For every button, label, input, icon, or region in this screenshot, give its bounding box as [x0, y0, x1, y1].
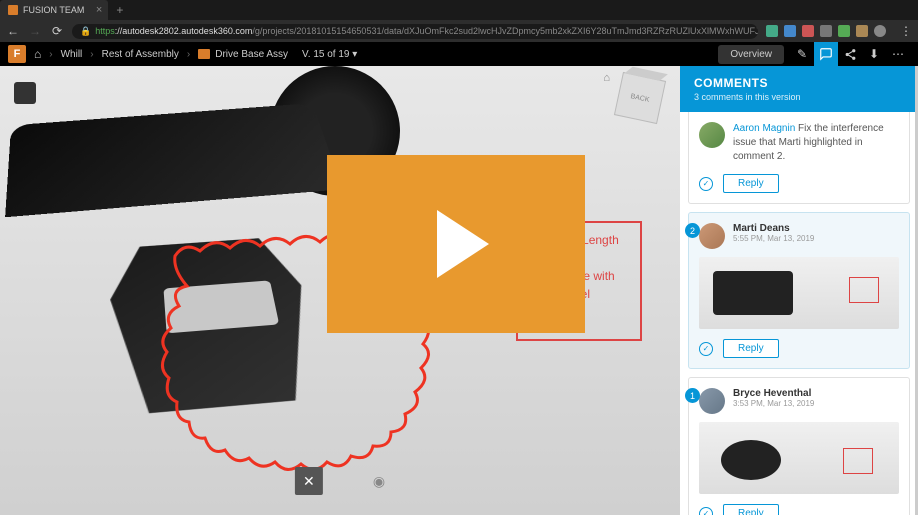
resolve-icon[interactable]: ✓: [699, 177, 713, 191]
overview-button[interactable]: Overview: [718, 45, 784, 64]
forward-button[interactable]: →: [28, 24, 42, 38]
breadcrumb-item[interactable]: Whill: [61, 49, 83, 60]
crumb-sep: ›: [90, 49, 93, 60]
comments-title: COMMENTS: [694, 76, 904, 90]
comment-author: Marti Deans: [733, 223, 814, 234]
extension-icons: [766, 25, 886, 37]
comment-time: 5:55 PM, Mar 13, 2019: [733, 234, 814, 243]
crumb-sep: ›: [187, 49, 190, 60]
comment-number-badge: 2: [685, 223, 700, 238]
comment-number-badge: 1: [685, 388, 700, 403]
view-home-icon[interactable]: ⌂: [603, 72, 610, 84]
folder-icon: [198, 49, 210, 59]
avatar: [699, 388, 725, 414]
back-button[interactable]: ←: [6, 24, 20, 38]
comments-header: COMMENTS 3 comments in this version: [680, 66, 918, 112]
mention[interactable]: Aaron Magnin: [733, 123, 795, 134]
browser-tab[interactable]: FUSION TEAM ×: [0, 0, 108, 20]
url-path: /g/projects/20181015154650531/data/dXJuO…: [252, 26, 758, 36]
comment-body: Aaron Magnin Fix the interference issue …: [733, 122, 899, 164]
comment-thumbnail[interactable]: [699, 257, 899, 329]
comments-icon[interactable]: [814, 42, 838, 66]
ext-icon[interactable]: [784, 25, 796, 37]
avatar: [699, 223, 725, 249]
ext-icon[interactable]: [802, 25, 814, 37]
tab-title: FUSION TEAM: [23, 5, 84, 15]
browser-address-bar: ← → ⟳ 🔒 https ://autodesk2802.autodesk36…: [0, 20, 918, 42]
resolve-icon[interactable]: ✓: [699, 507, 713, 515]
more-icon[interactable]: ⋯: [886, 42, 910, 66]
comment-item[interactable]: Aaron Magnin Fix the interference issue …: [688, 112, 910, 204]
comments-panel: COMMENTS 3 comments in this version Aaro…: [680, 66, 918, 515]
avatar-icon[interactable]: [874, 25, 886, 37]
breadcrumb-item[interactable]: Rest of Assembly: [102, 49, 179, 60]
share-icon[interactable]: [838, 42, 862, 66]
tab-favicon: [8, 5, 18, 15]
close-markup-button[interactable]: ✕: [295, 467, 323, 495]
ext-icon[interactable]: [838, 25, 850, 37]
browser-tab-strip: FUSION TEAM × +: [0, 0, 918, 20]
comment-author: Bryce Heventhal: [733, 388, 814, 399]
fusion-logo[interactable]: F: [8, 45, 26, 63]
url-scheme: https: [95, 26, 115, 36]
comment-item[interactable]: 1 Bryce Heventhal 3:53 PM, Mar 13, 2019 …: [688, 377, 910, 515]
crumb-sep: ›: [49, 49, 52, 60]
url-host: ://autodesk2802.autodesk360.com: [115, 26, 253, 36]
reload-button[interactable]: ⟳: [50, 24, 64, 38]
reply-button[interactable]: Reply: [723, 504, 779, 515]
lock-icon: 🔒: [80, 26, 91, 37]
ext-icon[interactable]: [856, 25, 868, 37]
url-input[interactable]: 🔒 https ://autodesk2802.autodesk360.com …: [72, 24, 758, 39]
view-cube[interactable]: BACK: [614, 72, 666, 124]
home-icon[interactable]: ⌂: [34, 47, 41, 61]
browser-menu-icon[interactable]: ⋮: [900, 24, 912, 38]
viewport-bottom-bar: ✕ ◉: [295, 467, 385, 495]
ext-icon[interactable]: [766, 25, 778, 37]
orbit-icon[interactable]: ◉: [373, 473, 385, 490]
avatar: [699, 122, 725, 148]
comment-item[interactable]: 2 Marti Deans 5:55 PM, Mar 13, 2019 ✓ Re…: [688, 212, 910, 369]
breadcrumb-item[interactable]: Drive Base Assy: [215, 49, 288, 60]
play-icon: [437, 210, 489, 278]
comment-thumbnail[interactable]: [699, 422, 899, 494]
play-button-overlay[interactable]: [327, 155, 585, 333]
comments-subtitle: 3 comments in this version: [694, 92, 904, 102]
ext-icon[interactable]: [820, 25, 832, 37]
app-toolbar: F ⌂ › Whill › Rest of Assembly › Drive B…: [0, 42, 918, 66]
reply-button[interactable]: Reply: [723, 174, 779, 193]
comment-time: 3:53 PM, Mar 13, 2019: [733, 399, 814, 408]
close-tab-icon[interactable]: ×: [96, 4, 102, 16]
edit-icon[interactable]: ✎: [790, 42, 814, 66]
reply-button[interactable]: Reply: [723, 339, 779, 358]
download-icon[interactable]: ⬇: [862, 42, 886, 66]
resolve-icon[interactable]: ✓: [699, 342, 713, 356]
version-selector[interactable]: V. 15 of 19 ▾: [302, 49, 357, 60]
new-tab-button[interactable]: +: [116, 3, 123, 17]
